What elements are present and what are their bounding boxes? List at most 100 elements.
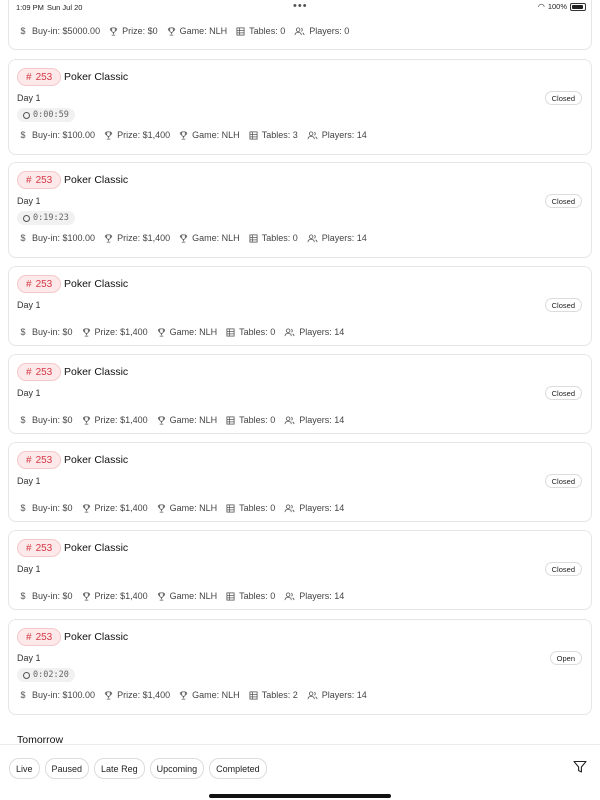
tables-info: Tables: 0	[226, 415, 275, 425]
trophy-icon	[104, 130, 113, 140]
tables-info: Tables: 0	[236, 26, 285, 36]
trophy-icon	[180, 690, 188, 700]
game-info: Game: NLH	[179, 690, 240, 700]
tournament-list[interactable]: $ Buy-in: $5000.00 Prize: $0 Game: NLH Ta…	[0, 0, 600, 750]
buyin-info: $ Buy-in: $0	[18, 327, 72, 337]
filter-chip[interactable]: Late Reg	[94, 758, 145, 779]
filter-chip[interactable]: Paused	[44, 758, 90, 779]
tables-info: Tables: 3	[249, 130, 298, 140]
users-icon	[294, 26, 305, 35]
tournament-day: Day 1	[17, 196, 41, 206]
filter-chip[interactable]: Completed	[209, 758, 267, 779]
hash-icon: #	[26, 278, 32, 290]
table-grid-icon	[226, 503, 235, 513]
filter-funnel-icon[interactable]	[572, 759, 588, 775]
tournament-number-tag: # 253	[17, 275, 62, 293]
tournament-card[interactable]: # 253 Poker Classic Day 1 Closed 0:19:23…	[8, 162, 592, 258]
tournament-meta: $ Buy-in: $100.00 Prize: $1,400 Game: NLH…	[18, 130, 376, 140]
trophy-icon	[104, 690, 113, 700]
players-info: Players: 14	[307, 233, 367, 243]
status-badge: Closed	[544, 474, 582, 488]
tournament-title: Poker Classic	[64, 174, 129, 186]
prize-info: Prize: $1,400	[104, 233, 170, 243]
users-icon	[284, 327, 295, 336]
tournament-meta: $ Buy-in: $0 Prize: $1,400 Game: NLH Tabl…	[18, 591, 353, 601]
tournament-title: Poker Classic	[64, 631, 129, 643]
tables-info: Tables: 0	[226, 591, 275, 601]
users-icon	[284, 503, 295, 512]
clock-icon	[23, 111, 30, 119]
tournament-card[interactable]: # 253 Poker Classic Day 1 Closed 0:00:59…	[8, 59, 592, 155]
prize-info: Prize: $1,400	[82, 591, 148, 601]
multitask-dots-icon[interactable]: •••	[293, 0, 308, 12]
prize-info: Prize: $1,400	[104, 130, 170, 140]
wifi-icon: ◠	[537, 2, 545, 11]
players-info: Players: 14	[307, 690, 367, 700]
trophy-icon	[167, 26, 175, 36]
users-icon	[307, 233, 318, 242]
players-info: Players: 14	[284, 327, 344, 337]
buyin-info: $ Buy-in: $5000.00	[18, 26, 100, 36]
tournament-title: Poker Classic	[64, 454, 129, 466]
clock-icon	[23, 214, 30, 222]
dollar-icon: $	[20, 690, 26, 700]
hash-icon: #	[26, 542, 32, 554]
buyin-info: $ Buy-in: $0	[18, 503, 72, 513]
players-info: Players: 14	[284, 503, 344, 513]
tournament-day: Day 1	[17, 388, 41, 398]
tournament-card[interactable]: # 253 Poker Classic Day 1 Closed $ Buy-in…	[8, 530, 592, 610]
tournament-number-tag: # 253	[17, 451, 62, 469]
tournament-day: Day 1	[17, 93, 41, 103]
buyin-info: $ Buy-in: $100.00	[18, 233, 95, 243]
trophy-icon	[82, 591, 90, 601]
trophy-icon	[157, 327, 165, 337]
elapsed-timer: 0:19:23	[17, 211, 75, 225]
tournament-meta: $ Buy-in: $100.00 Prize: $1,400 Game: NLH…	[18, 690, 376, 700]
tournament-title: Poker Classic	[64, 71, 129, 83]
game-info: Game: NLH	[167, 26, 227, 36]
users-icon	[307, 690, 318, 699]
game-info: Game: NLH	[179, 130, 240, 140]
status-badge: Open	[549, 651, 582, 665]
prize-info: Prize: $0	[109, 26, 158, 36]
tournament-card[interactable]: # 253 Poker Classic Day 1 Closed $ Buy-in…	[8, 266, 592, 346]
status-badge: Closed	[544, 91, 582, 105]
filter-chip[interactable]: Live	[9, 758, 40, 779]
buyin-info: $ Buy-in: $0	[18, 591, 72, 601]
tournament-card[interactable]: # 253 Poker Classic Day 1 Closed $ Buy-in…	[8, 442, 592, 522]
hash-icon: #	[26, 631, 32, 643]
table-grid-icon	[226, 327, 235, 337]
table-grid-icon	[249, 130, 258, 140]
buyin-info: $ Buy-in: $100.00	[18, 690, 95, 700]
tournament-meta: $ Buy-in: $0 Prize: $1,400 Game: NLH Tabl…	[18, 503, 353, 513]
tournament-day: Day 1	[17, 476, 41, 486]
tournament-number-tag: # 253	[17, 539, 62, 557]
tournament-card[interactable]: # 253 Poker Classic Day 1 Closed $ Buy-in…	[8, 354, 592, 434]
trophy-icon	[180, 130, 188, 140]
tournament-meta: $ Buy-in: $0 Prize: $1,400 Game: NLH Tabl…	[18, 415, 353, 425]
prize-info: Prize: $1,400	[82, 327, 148, 337]
tournament-day: Day 1	[17, 564, 41, 574]
buyin-info: $ Buy-in: $100.00	[18, 130, 95, 140]
tournament-number-tag: # 253	[17, 171, 62, 189]
trophy-icon	[82, 415, 90, 425]
tables-info: Tables: 0	[226, 503, 275, 513]
tournament-title: Poker Classic	[64, 278, 129, 290]
hash-icon: #	[26, 366, 32, 378]
tournament-day: Day 1	[17, 300, 41, 310]
dollar-icon: $	[20, 415, 26, 425]
home-indicator[interactable]	[209, 794, 391, 798]
dollar-icon: $	[20, 233, 26, 243]
table-grid-icon	[249, 233, 258, 243]
tournament-card[interactable]: # 253 Poker Classic Day 1 Open 0:02:20 $…	[8, 619, 592, 715]
trophy-icon	[157, 591, 165, 601]
status-date: Sun Jul 20	[47, 3, 83, 12]
trophy-icon	[157, 415, 165, 425]
status-badge: Closed	[544, 194, 582, 208]
trophy-icon	[109, 26, 118, 36]
filter-chip[interactable]: Upcoming	[149, 758, 205, 779]
players-info: Players: 14	[284, 415, 344, 425]
game-info: Game: NLH	[157, 415, 217, 425]
table-grid-icon	[226, 415, 235, 425]
elapsed-timer: 0:00:59	[17, 108, 75, 122]
